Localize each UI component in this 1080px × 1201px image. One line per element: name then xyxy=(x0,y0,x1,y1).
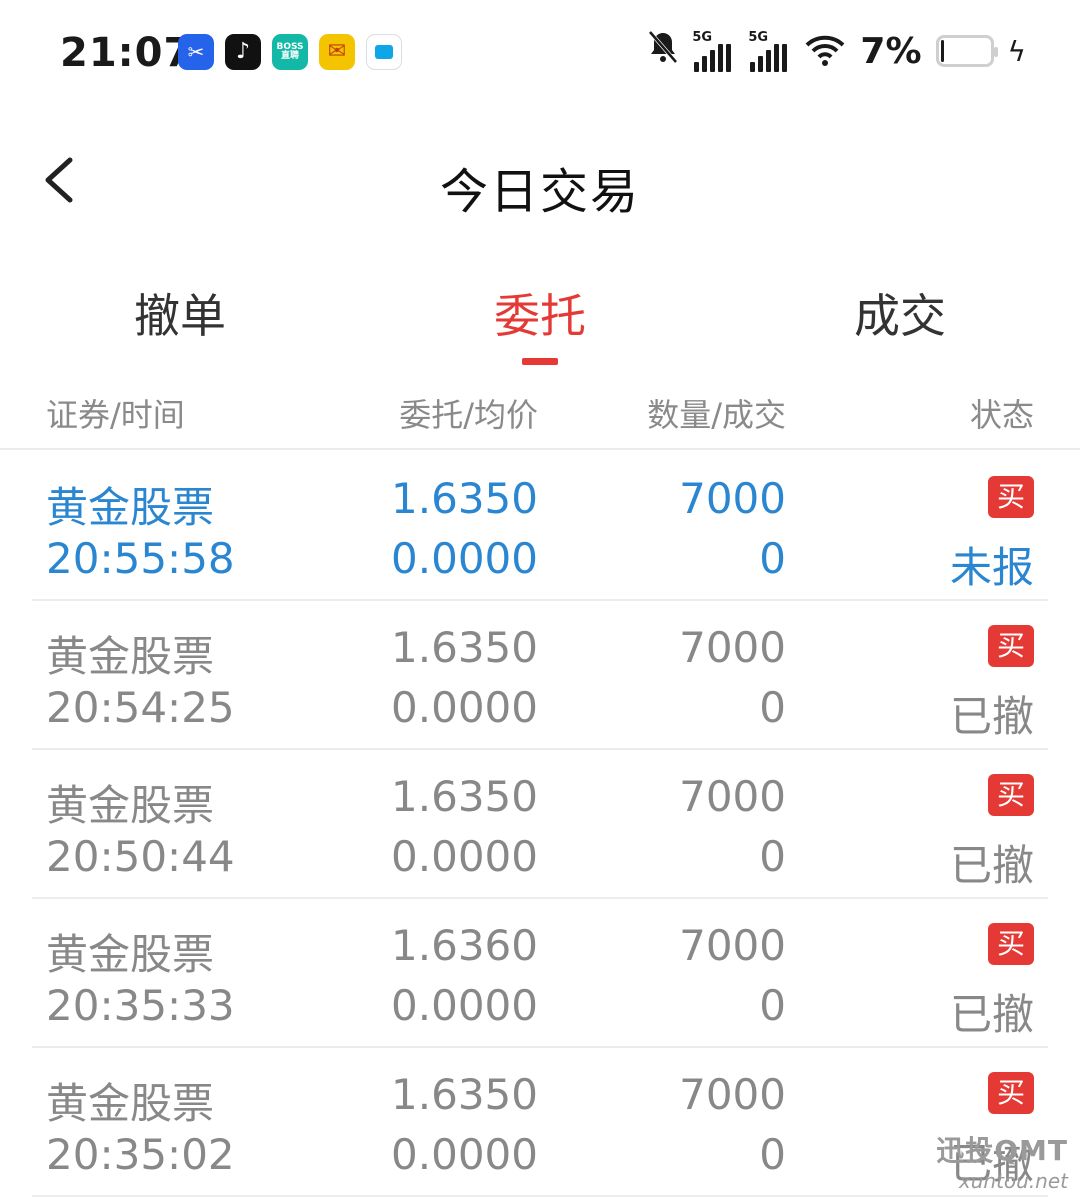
buy-badge: 买 xyxy=(988,923,1034,965)
buy-badge: 买 xyxy=(988,625,1034,667)
order-row[interactable]: 黄金股票 20:54:25 1.6350 0.0000 7000 0 买 已撤 xyxy=(32,601,1048,750)
watermark-brand: 迅投QMT xyxy=(936,1134,1068,1167)
column-qty-filled: 数量/成交 xyxy=(647,396,786,434)
order-list: 黄金股票 20:55:58 1.6350 0.0000 7000 0 买 未报 … xyxy=(0,452,1080,1197)
notification-icons: ✂ ♪ BOSS直聘 ✉ xyxy=(178,34,402,70)
clock: 21:07 xyxy=(60,30,193,76)
battery-icon xyxy=(935,35,998,67)
order-price: 1.6350 xyxy=(391,772,538,821)
page-title: 今日交易 xyxy=(439,164,640,220)
order-row[interactable]: 黄金股票 20:35:02 1.6350 0.0000 7000 0 买 已撤 xyxy=(32,1048,1048,1197)
security-name: 黄金股票 xyxy=(46,632,215,681)
order-status: 已撤 xyxy=(949,841,1034,890)
security-name: 黄金股票 xyxy=(46,781,215,830)
security-name: 黄金股票 xyxy=(46,930,215,979)
order-qty: 7000 xyxy=(679,623,786,672)
table-header: 证券/时间 委托/均价 数量/成交 状态 xyxy=(0,380,1080,450)
charging-icon: ϟ xyxy=(1007,34,1026,68)
signal-icon: 5G xyxy=(748,30,790,72)
filled-qty: 0 xyxy=(759,1130,786,1179)
order-price: 1.6360 xyxy=(391,921,538,970)
column-security-time: 证券/时间 xyxy=(46,396,185,434)
order-price: 1.6350 xyxy=(391,623,538,672)
message-app-icon: ✂ xyxy=(178,34,214,70)
order-qty: 7000 xyxy=(679,921,786,970)
order-time: 20:50:44 xyxy=(46,832,235,881)
tiktok-app-icon: ♪ xyxy=(225,34,261,70)
filled-qty: 0 xyxy=(759,832,786,881)
security-name: 黄金股票 xyxy=(46,483,215,532)
tab-cancel-order[interactable]: 撤单 xyxy=(0,280,360,346)
watermark-url: xuntou.net xyxy=(958,1169,1068,1193)
column-status: 状态 xyxy=(969,396,1034,434)
column-price-avg: 委托/均价 xyxy=(399,396,538,434)
filled-qty: 0 xyxy=(759,981,786,1030)
order-status: 未报 xyxy=(949,543,1034,592)
system-icons: 5G 5G 7% ϟ xyxy=(648,30,1026,72)
order-row[interactable]: 黄金股票 20:35:33 1.6360 0.0000 7000 0 买 已撤 xyxy=(32,899,1048,1048)
mail-app-icon: ✉ xyxy=(319,34,355,70)
filled-qty: 0 xyxy=(759,683,786,732)
watermark: 迅投QMT xuntou.net xyxy=(936,1129,1068,1193)
tab-orders[interactable]: 委托 xyxy=(360,280,720,346)
nav-header: 今日交易 xyxy=(0,130,1080,230)
order-time: 20:35:02 xyxy=(46,1130,235,1179)
avg-price: 0.0000 xyxy=(391,534,538,583)
tab-trades[interactable]: 成交 xyxy=(720,280,1080,346)
avg-price: 0.0000 xyxy=(391,981,538,1030)
signal-icon: 5G xyxy=(692,30,734,72)
order-row[interactable]: 黄金股票 20:55:58 1.6350 0.0000 7000 0 买 未报 xyxy=(32,452,1048,601)
security-name: 黄金股票 xyxy=(46,1079,215,1128)
bell-muted-icon xyxy=(648,30,678,72)
order-qty: 7000 xyxy=(679,1070,786,1119)
order-time: 20:55:58 xyxy=(46,534,235,583)
filled-qty: 0 xyxy=(759,534,786,583)
buy-badge: 买 xyxy=(988,1072,1034,1114)
avg-price: 0.0000 xyxy=(391,832,538,881)
chat-app-icon xyxy=(366,34,402,70)
order-time: 20:54:25 xyxy=(46,683,235,732)
wifi-icon xyxy=(804,34,846,68)
tab-bar: 撤单 委托 成交 xyxy=(0,270,1080,370)
status-bar: 21:07 ✂ ♪ BOSS直聘 ✉ 5G 5G 7% ϟ xyxy=(0,0,1080,110)
order-row[interactable]: 黄金股票 20:50:44 1.6350 0.0000 7000 0 买 已撤 xyxy=(32,750,1048,899)
buy-badge: 买 xyxy=(988,774,1034,816)
boss-app-icon: BOSS直聘 xyxy=(272,34,308,70)
order-price: 1.6350 xyxy=(391,1070,538,1119)
order-time: 20:35:33 xyxy=(46,981,235,1030)
order-price: 1.6350 xyxy=(391,474,538,523)
active-tab-indicator xyxy=(522,358,558,365)
order-qty: 7000 xyxy=(679,474,786,523)
buy-badge: 买 xyxy=(988,476,1034,518)
order-status: 已撤 xyxy=(949,692,1034,741)
avg-price: 0.0000 xyxy=(391,683,538,732)
order-status: 已撤 xyxy=(949,990,1034,1039)
order-qty: 7000 xyxy=(679,772,786,821)
avg-price: 0.0000 xyxy=(391,1130,538,1179)
battery-percent: 7% xyxy=(860,30,922,72)
